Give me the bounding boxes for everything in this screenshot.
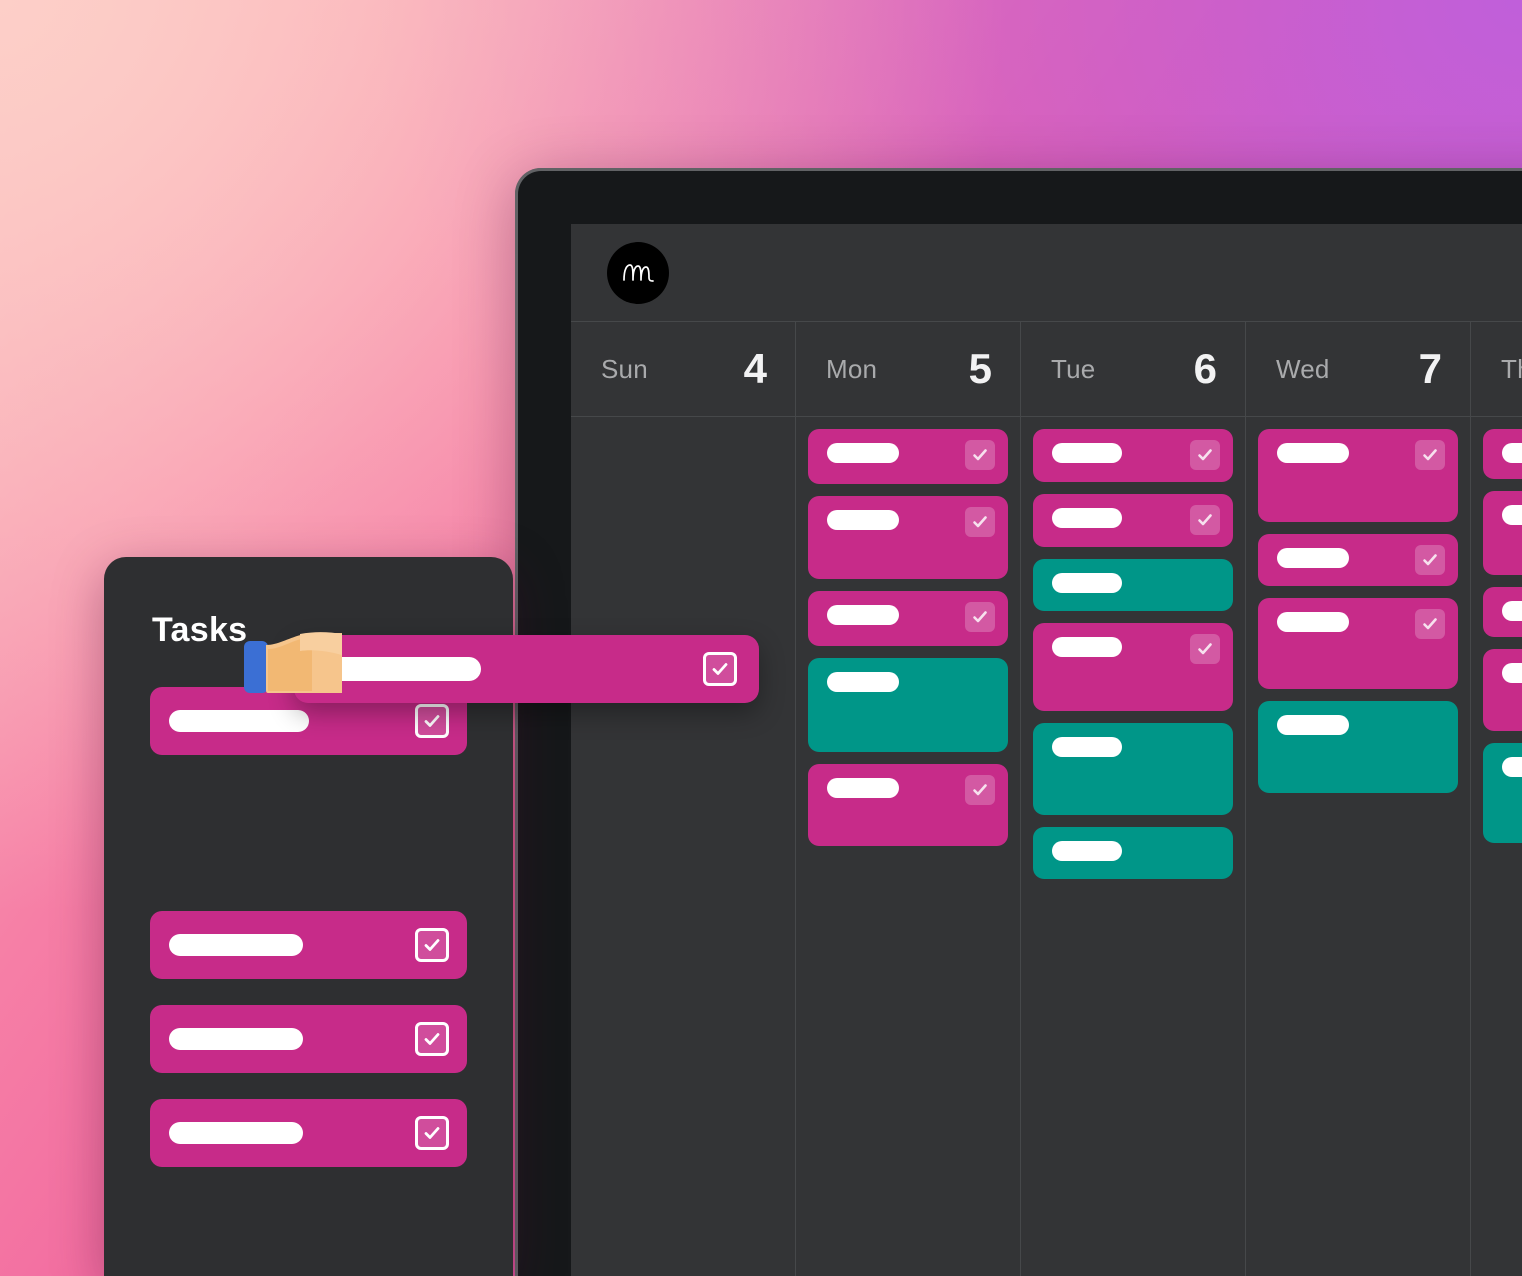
calendar-event-card[interactable] [1033, 494, 1233, 547]
task-title-placeholder [169, 710, 309, 732]
event-title-placeholder [1502, 443, 1522, 463]
calendar-event-card[interactable] [808, 591, 1008, 646]
event-checkbox[interactable] [1190, 505, 1220, 535]
event-checkbox[interactable] [1415, 609, 1445, 639]
event-title-placeholder [827, 605, 899, 625]
task-checkbox[interactable] [703, 652, 737, 686]
event-checkbox[interactable] [965, 602, 995, 632]
calendar-day-events [1021, 417, 1245, 1276]
calendar-day-header: Sun 4 [571, 322, 795, 417]
event-checkbox[interactable] [965, 775, 995, 805]
day-name-label: Sun [601, 353, 648, 384]
event-title-placeholder [1052, 508, 1122, 528]
task-card[interactable] [150, 1005, 467, 1073]
day-number-label: 7 [1418, 345, 1442, 392]
event-checkbox[interactable] [1415, 440, 1445, 470]
calendar-day-column[interactable]: Mon 5 [796, 322, 1021, 1276]
event-title-placeholder [1502, 757, 1522, 777]
calendar-event-card[interactable] [1258, 429, 1458, 522]
dragged-task-card[interactable] [294, 635, 759, 703]
day-number-label: 5 [968, 345, 992, 392]
calendar-day-header: Mon 5 [796, 322, 1020, 417]
calendar-event-card[interactable] [1483, 649, 1522, 731]
calendar-event-card[interactable] [1483, 743, 1522, 843]
event-checkbox[interactable] [965, 507, 995, 537]
calendar-day-column[interactable]: Wed 7 [1246, 322, 1471, 1276]
event-title-placeholder [1052, 737, 1122, 757]
laptop-device: Sun 4 Mon 5 Tue 6 Wed 7 Thu8 [515, 168, 1522, 1276]
calendar-day-events [1471, 417, 1522, 1276]
app-screen: Sun 4 Mon 5 Tue 6 Wed 7 Thu8 [571, 224, 1522, 1276]
calendar-day-events [571, 417, 795, 1276]
event-title-placeholder [1052, 637, 1122, 657]
calendar-event-card[interactable] [1258, 534, 1458, 586]
event-title-placeholder [827, 510, 899, 530]
event-title-placeholder [1502, 505, 1522, 525]
event-title-placeholder [1052, 573, 1122, 593]
calendar-day-events [796, 417, 1020, 1276]
task-title-placeholder [169, 1122, 303, 1144]
event-title-placeholder [827, 443, 899, 463]
calendar-event-card[interactable] [1258, 598, 1458, 689]
calendar-event-card[interactable] [1033, 559, 1233, 611]
task-title-placeholder [169, 1028, 303, 1050]
calendar-event-card[interactable] [1033, 827, 1233, 879]
event-title-placeholder [1277, 548, 1349, 568]
event-title-placeholder [827, 778, 899, 798]
event-title-placeholder [1277, 612, 1349, 632]
event-title-placeholder [1277, 443, 1349, 463]
event-checkbox[interactable] [965, 440, 995, 470]
task-card[interactable] [150, 911, 467, 979]
calendar-day-header: Tue 6 [1021, 322, 1245, 417]
event-checkbox[interactable] [1415, 545, 1445, 575]
task-checkbox[interactable] [415, 1022, 449, 1056]
script-m-monogram-icon[interactable] [607, 241, 669, 304]
calendar-day-events [1246, 417, 1470, 1276]
event-title-placeholder [1502, 601, 1522, 621]
event-title-placeholder [1502, 663, 1522, 683]
calendar-day-column[interactable]: Tue 6 [1021, 322, 1246, 1276]
calendar-event-card[interactable] [1033, 623, 1233, 711]
drag-hand-cursor-icon [238, 625, 353, 705]
task-card[interactable] [150, 1099, 467, 1167]
calendar-event-card[interactable] [1483, 587, 1522, 637]
page-title: Tasks [152, 611, 248, 649]
day-number-label: 4 [743, 345, 767, 392]
calendar-event-card[interactable] [808, 658, 1008, 752]
day-name-label: Wed [1276, 353, 1330, 384]
calendar-day-column[interactable]: Thu8 [1471, 322, 1522, 1276]
event-checkbox[interactable] [1190, 634, 1220, 664]
day-name-label: Thu [1501, 353, 1522, 384]
day-name-label: Tue [1051, 353, 1096, 384]
task-checkbox[interactable] [415, 928, 449, 962]
calendar-event-card[interactable] [1258, 701, 1458, 793]
event-checkbox[interactable] [1190, 440, 1220, 470]
task-checkbox[interactable] [415, 1116, 449, 1150]
event-title-placeholder [1277, 715, 1349, 735]
calendar-event-card[interactable] [808, 764, 1008, 846]
task-title-placeholder [169, 934, 303, 956]
day-name-label: Mon [826, 353, 878, 384]
calendar-event-card[interactable] [808, 496, 1008, 579]
calendar-event-card[interactable] [1483, 429, 1522, 479]
event-title-placeholder [1052, 443, 1122, 463]
calendar-event-card[interactable] [808, 429, 1008, 484]
calendar-day-header: Wed 7 [1246, 322, 1470, 417]
task-checkbox[interactable] [415, 704, 449, 738]
app-topbar [571, 224, 1522, 322]
event-title-placeholder [1052, 841, 1122, 861]
calendar-day-header: Thu8 [1471, 322, 1522, 417]
event-title-placeholder [827, 672, 899, 692]
calendar-event-card[interactable] [1483, 491, 1522, 575]
tasks-panel: Tasks [104, 557, 759, 1276]
calendar-week-grid: Sun 4 Mon 5 Tue 6 Wed 7 Thu8 [571, 322, 1522, 1276]
calendar-event-card[interactable] [1033, 723, 1233, 815]
day-number-label: 6 [1193, 345, 1217, 392]
calendar-event-card[interactable] [1033, 429, 1233, 482]
calendar-day-column[interactable]: Sun 4 [571, 322, 796, 1276]
